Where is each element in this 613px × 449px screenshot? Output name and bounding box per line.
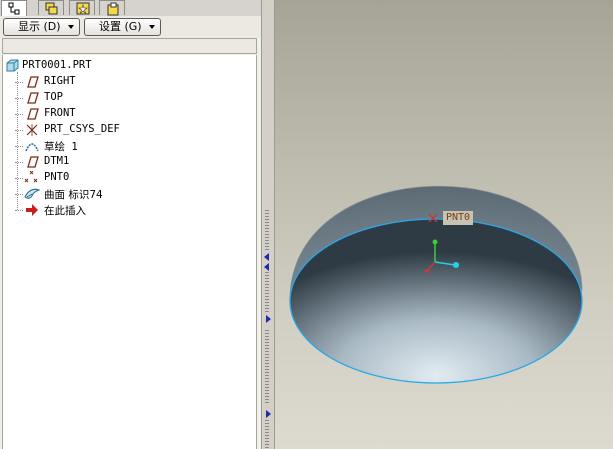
datum-point-label[interactable]: PNT0 <box>443 211 474 225</box>
tree-item-pnt0[interactable]: PNT0 <box>3 170 256 186</box>
tree-toolbar: 显示 (D) 设置 (G) <box>0 16 261 38</box>
tree-column-header[interactable] <box>2 38 257 54</box>
tree-item-label: PNT0 <box>44 171 70 183</box>
tree-item-surface[interactable]: 曲面 标识74 <box>3 186 256 202</box>
panel-splitter[interactable] <box>261 0 275 449</box>
tree-item-label: DTM1 <box>44 155 70 167</box>
model-tree-tab-icon <box>8 2 20 15</box>
model-tree: PRT0001.PRT RIGHT TOP FRONT PRT_CSYS_DEF… <box>2 55 257 449</box>
tree-root-item[interactable]: PRT0001.PRT <box>3 58 256 74</box>
tree-item-label: RIGHT <box>44 75 76 87</box>
tab-layers[interactable] <box>38 0 64 15</box>
chevron-down-icon <box>68 25 74 29</box>
datum-plane-icon <box>24 75 40 89</box>
tree-item-label: 在此插入 <box>44 205 86 217</box>
part-icon <box>5 59 21 73</box>
collapse-left-arrow-icon[interactable] <box>264 253 269 261</box>
sketch-icon <box>24 139 40 153</box>
surface-icon <box>24 187 41 201</box>
datum-plane-icon <box>24 91 40 105</box>
tree-item-label: FRONT <box>44 107 76 119</box>
display-dropdown-button[interactable]: 显示 (D) <box>3 18 80 36</box>
datum-plane-icon <box>24 107 40 121</box>
display-dropdown-label: 显示 (D) <box>18 20 61 33</box>
tree-item-label: 曲面 标识74 <box>44 189 103 201</box>
tree-item-sketch[interactable]: 草绘 1 <box>3 138 256 154</box>
expand-right-arrow-icon[interactable] <box>266 315 271 323</box>
splitter-grip[interactable] <box>265 210 269 250</box>
tree-item-csys[interactable]: PRT_CSYS_DEF <box>3 122 256 138</box>
tab-favorites[interactable] <box>69 0 95 15</box>
chevron-down-icon <box>149 25 155 29</box>
tree-item-label: 草绘 1 <box>44 141 78 153</box>
splitter-grip[interactable] <box>265 272 269 312</box>
insert-here-arrow-icon <box>24 203 40 217</box>
tree-item-top[interactable]: TOP <box>3 90 256 106</box>
tree-item-insert-here[interactable]: 在此插入 <box>3 202 256 218</box>
collapse-left-arrow-icon[interactable] <box>264 263 269 271</box>
tree-root-label: PRT0001.PRT <box>22 59 92 71</box>
tab-folder-browser[interactable] <box>99 0 125 16</box>
expand-right-arrow-icon[interactable] <box>266 410 271 418</box>
tree-item-front[interactable]: FRONT <box>3 106 256 122</box>
splitter-grip[interactable] <box>265 420 269 449</box>
splitter-grip[interactable] <box>265 330 269 405</box>
datum-point-icon <box>24 170 40 185</box>
navigator-tabs <box>0 0 261 17</box>
tree-item-label: PRT_CSYS_DEF <box>44 123 120 135</box>
favorites-tab-icon <box>76 2 90 15</box>
graphics-viewport[interactable]: PNT0 <box>275 0 613 449</box>
tree-item-label: TOP <box>44 91 63 103</box>
settings-dropdown-button[interactable]: 设置 (G) <box>84 18 161 36</box>
tree-item-right[interactable]: RIGHT <box>3 74 256 90</box>
tab-model-tree[interactable] <box>1 0 27 17</box>
settings-dropdown-label: 设置 (G) <box>99 20 142 33</box>
tree-item-dtm1[interactable]: DTM1 <box>3 154 256 170</box>
datum-plane-icon <box>24 155 40 169</box>
folder-tab-icon <box>107 2 119 16</box>
csys-icon <box>24 123 40 137</box>
navigator-panel: 显示 (D) 设置 (G) PRT0001.PRT RIGHT TOP FRON… <box>0 0 261 449</box>
layers-tab-icon <box>45 2 58 15</box>
